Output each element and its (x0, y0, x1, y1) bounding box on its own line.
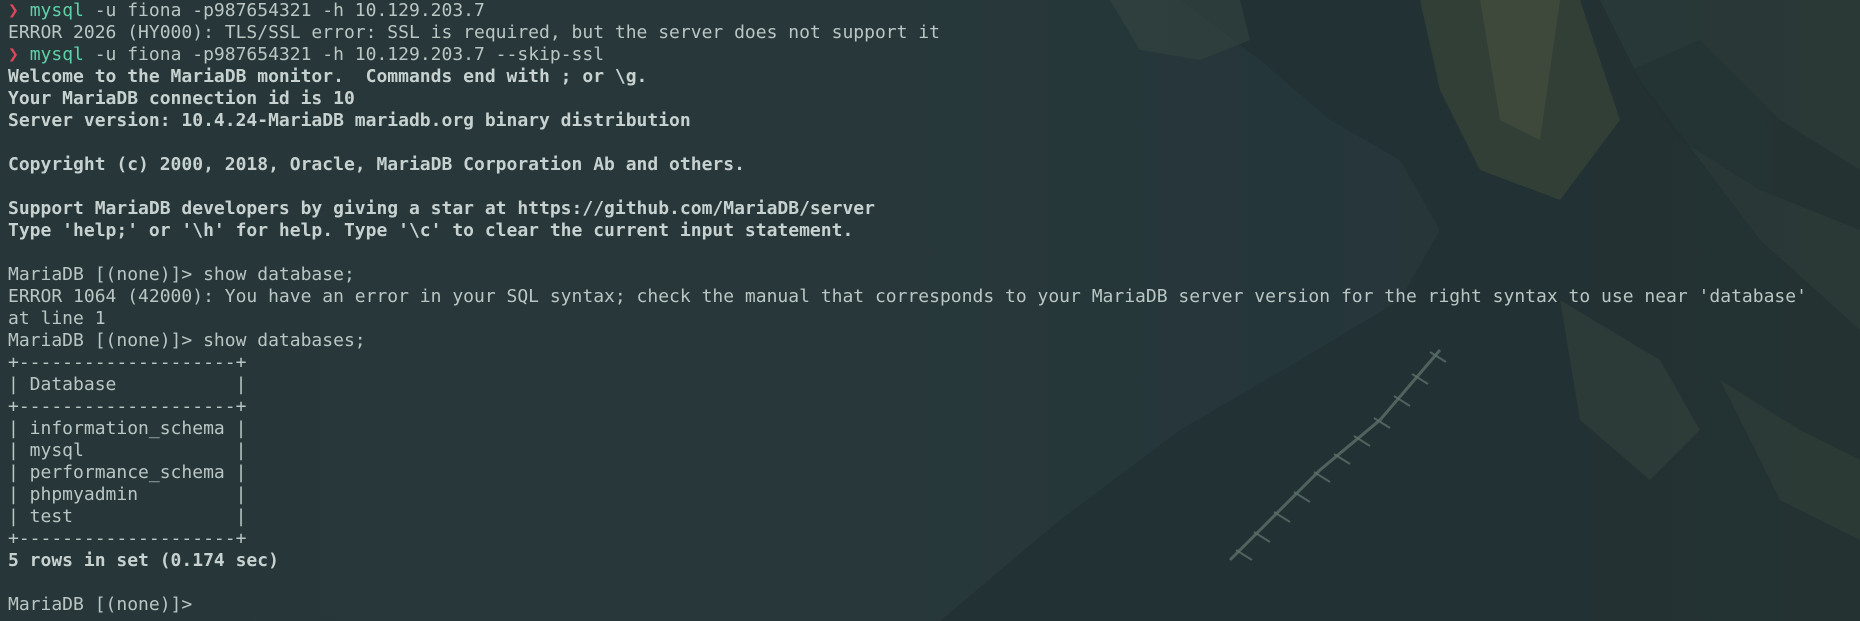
output-line: | Database | (8, 374, 1807, 396)
output-line: ERROR 2026 (HY000): TLS/SSL error: SSL i… (8, 22, 1807, 44)
command-args: -u fiona -p987654321 -h 10.129.203.7 --s… (83, 44, 605, 65)
output-line: Welcome to the MariaDB monitor. Commands… (8, 66, 1807, 88)
command-args: -u fiona -p987654321 -h 10.129.203.7 (83, 0, 485, 21)
line-text: at line 1 (8, 308, 106, 329)
prompt-arrow-icon: ❯ (8, 44, 19, 65)
prompt-arrow-icon: ❯ (8, 0, 19, 21)
line-text: Type 'help;' or '\h' for help. Type '\c'… (8, 220, 854, 241)
line-text: | performance_schema | (8, 462, 247, 483)
line-text: Copyright (c) 2000, 2018, Oracle, MariaD… (8, 154, 745, 175)
output-line: Server version: 10.4.24-MariaDB mariadb.… (8, 110, 1807, 132)
output-line: Copyright (c) 2000, 2018, Oracle, MariaD… (8, 154, 1807, 176)
output-line: | information_schema | (8, 418, 1807, 440)
command-name: mysql (29, 0, 84, 21)
terminal-output: ❯ mysql -u fiona -p987654321 -h 10.129.2… (8, 0, 1807, 616)
line-text: | test | (8, 506, 247, 527)
terminal-window[interactable]: ❯ mysql -u fiona -p987654321 -h 10.129.2… (0, 0, 1860, 621)
line-text: Your MariaDB connection id is 10 (8, 88, 355, 109)
output-line: | phpmyadmin | (8, 484, 1807, 506)
line-text: MariaDB [(none)]> (8, 594, 204, 615)
output-line: MariaDB [(none)]> show databases; (8, 330, 1807, 352)
line-text: +--------------------+ (8, 396, 247, 417)
output-line: Support MariaDB developers by giving a s… (8, 198, 1807, 220)
output-line: | test | (8, 506, 1807, 528)
output-line: +--------------------+ (8, 528, 1807, 550)
line-text: MariaDB [(none)]> show database; (8, 264, 355, 285)
line-text: ERROR 1064 (42000): You have an error in… (8, 286, 1807, 307)
output-line: MariaDB [(none)]> (8, 594, 1807, 616)
line-text: MariaDB [(none)]> show databases; (8, 330, 366, 351)
line-text: | phpmyadmin | (8, 484, 247, 505)
input-cursor[interactable] (203, 595, 213, 613)
line-text: | mysql | (8, 440, 247, 461)
command-name: mysql (29, 44, 84, 65)
line-text: | information_schema | (8, 418, 247, 439)
shell-prompt-line: ❯ mysql -u fiona -p987654321 -h 10.129.2… (8, 44, 1807, 66)
line-text: +--------------------+ (8, 528, 247, 549)
line-text: Server version: 10.4.24-MariaDB mariadb.… (8, 110, 691, 131)
output-line: Your MariaDB connection id is 10 (8, 88, 1807, 110)
output-line: +--------------------+ (8, 352, 1807, 374)
line-text: 5 rows in set (0.174 sec) (8, 550, 279, 571)
output-line: +--------------------+ (8, 396, 1807, 418)
shell-prompt-line: ❯ mysql -u fiona -p987654321 -h 10.129.2… (8, 0, 1807, 22)
output-line: | performance_schema | (8, 462, 1807, 484)
line-text: ERROR 2026 (HY000): TLS/SSL error: SSL i… (8, 22, 940, 43)
output-line: MariaDB [(none)]> show database; (8, 264, 1807, 286)
output-line: 5 rows in set (0.174 sec) (8, 550, 1807, 572)
line-text: Welcome to the MariaDB monitor. Commands… (8, 66, 648, 87)
output-line: at line 1 (8, 308, 1807, 330)
output-line: ERROR 1064 (42000): You have an error in… (8, 286, 1807, 308)
line-text: +--------------------+ (8, 352, 247, 373)
output-line: Type 'help;' or '\h' for help. Type '\c'… (8, 220, 1807, 242)
line-text: Support MariaDB developers by giving a s… (8, 198, 875, 219)
output-line: | mysql | (8, 440, 1807, 462)
line-text: | Database | (8, 374, 247, 395)
